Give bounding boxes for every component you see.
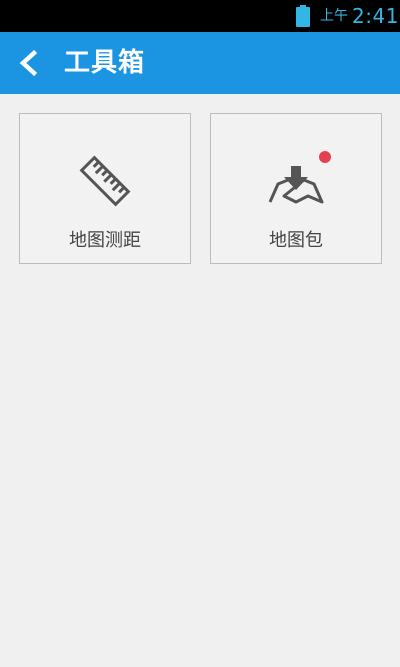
tool-label-map-package: 地图包 xyxy=(269,230,323,251)
app-bar: 工具箱 xyxy=(0,32,400,94)
tool-card-map-measure[interactable]: 地图测距 xyxy=(19,113,191,264)
tool-label-map-measure: 地图测距 xyxy=(69,230,141,251)
chevron-left-icon xyxy=(14,48,44,78)
battery-icon xyxy=(296,5,310,27)
status-ampm: 上午 xyxy=(320,8,348,24)
status-time: 2:41 xyxy=(352,4,399,28)
map-download-icon xyxy=(264,154,328,208)
tool-card-map-package[interactable]: 地图包 xyxy=(210,113,382,264)
page-title: 工具箱 xyxy=(64,48,146,78)
status-bar: 上午 2:41 xyxy=(0,0,400,32)
ruler-icon xyxy=(73,154,137,208)
back-button[interactable] xyxy=(14,48,44,78)
new-badge-dot xyxy=(319,151,331,163)
